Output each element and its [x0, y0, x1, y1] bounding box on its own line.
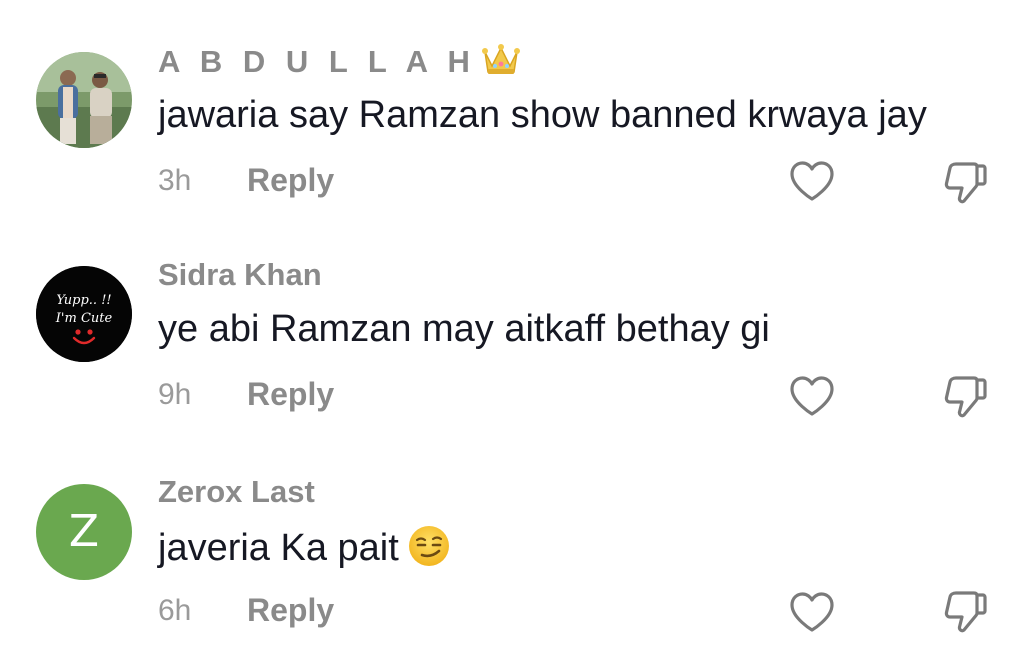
comment-timestamp: 9h — [158, 378, 192, 411]
thumbs-down-icon[interactable] — [942, 589, 988, 635]
smirk-emoji-icon — [407, 524, 451, 578]
comment-item: Z Zerox Last javeria Ka pait 6h Reply — [0, 0, 1024, 633]
avatar-text-line2: I'm Cute — [55, 311, 113, 326]
yupp-im-cute-avatar-icon: Yupp.. !! I'm Cute — [36, 266, 132, 362]
user-avatar[interactable]: Yupp.. !! I'm Cute — [36, 266, 132, 362]
avatar-text-line1: Yupp.. !! — [56, 293, 111, 308]
thumbs-down-icon[interactable] — [942, 374, 988, 420]
comment-text: javeria Ka pait — [158, 524, 451, 578]
reply-button[interactable]: Reply — [247, 376, 334, 413]
comment-text-content: javeria Ka pait — [158, 527, 399, 569]
user-avatar[interactable]: Z — [36, 484, 132, 580]
comment-timestamp: 6h — [158, 594, 192, 627]
heart-icon[interactable] — [789, 591, 835, 633]
letter-avatar-icon: Z — [68, 506, 100, 557]
reply-button[interactable]: Reply — [247, 592, 334, 629]
heart-icon[interactable] — [789, 375, 835, 417]
comment-username[interactable]: Sidra Khan — [158, 257, 322, 293]
comment-text: ye abi Ramzan may aitkaff bethay gi — [158, 308, 770, 350]
comment-username[interactable]: Zerox Last — [158, 474, 315, 510]
